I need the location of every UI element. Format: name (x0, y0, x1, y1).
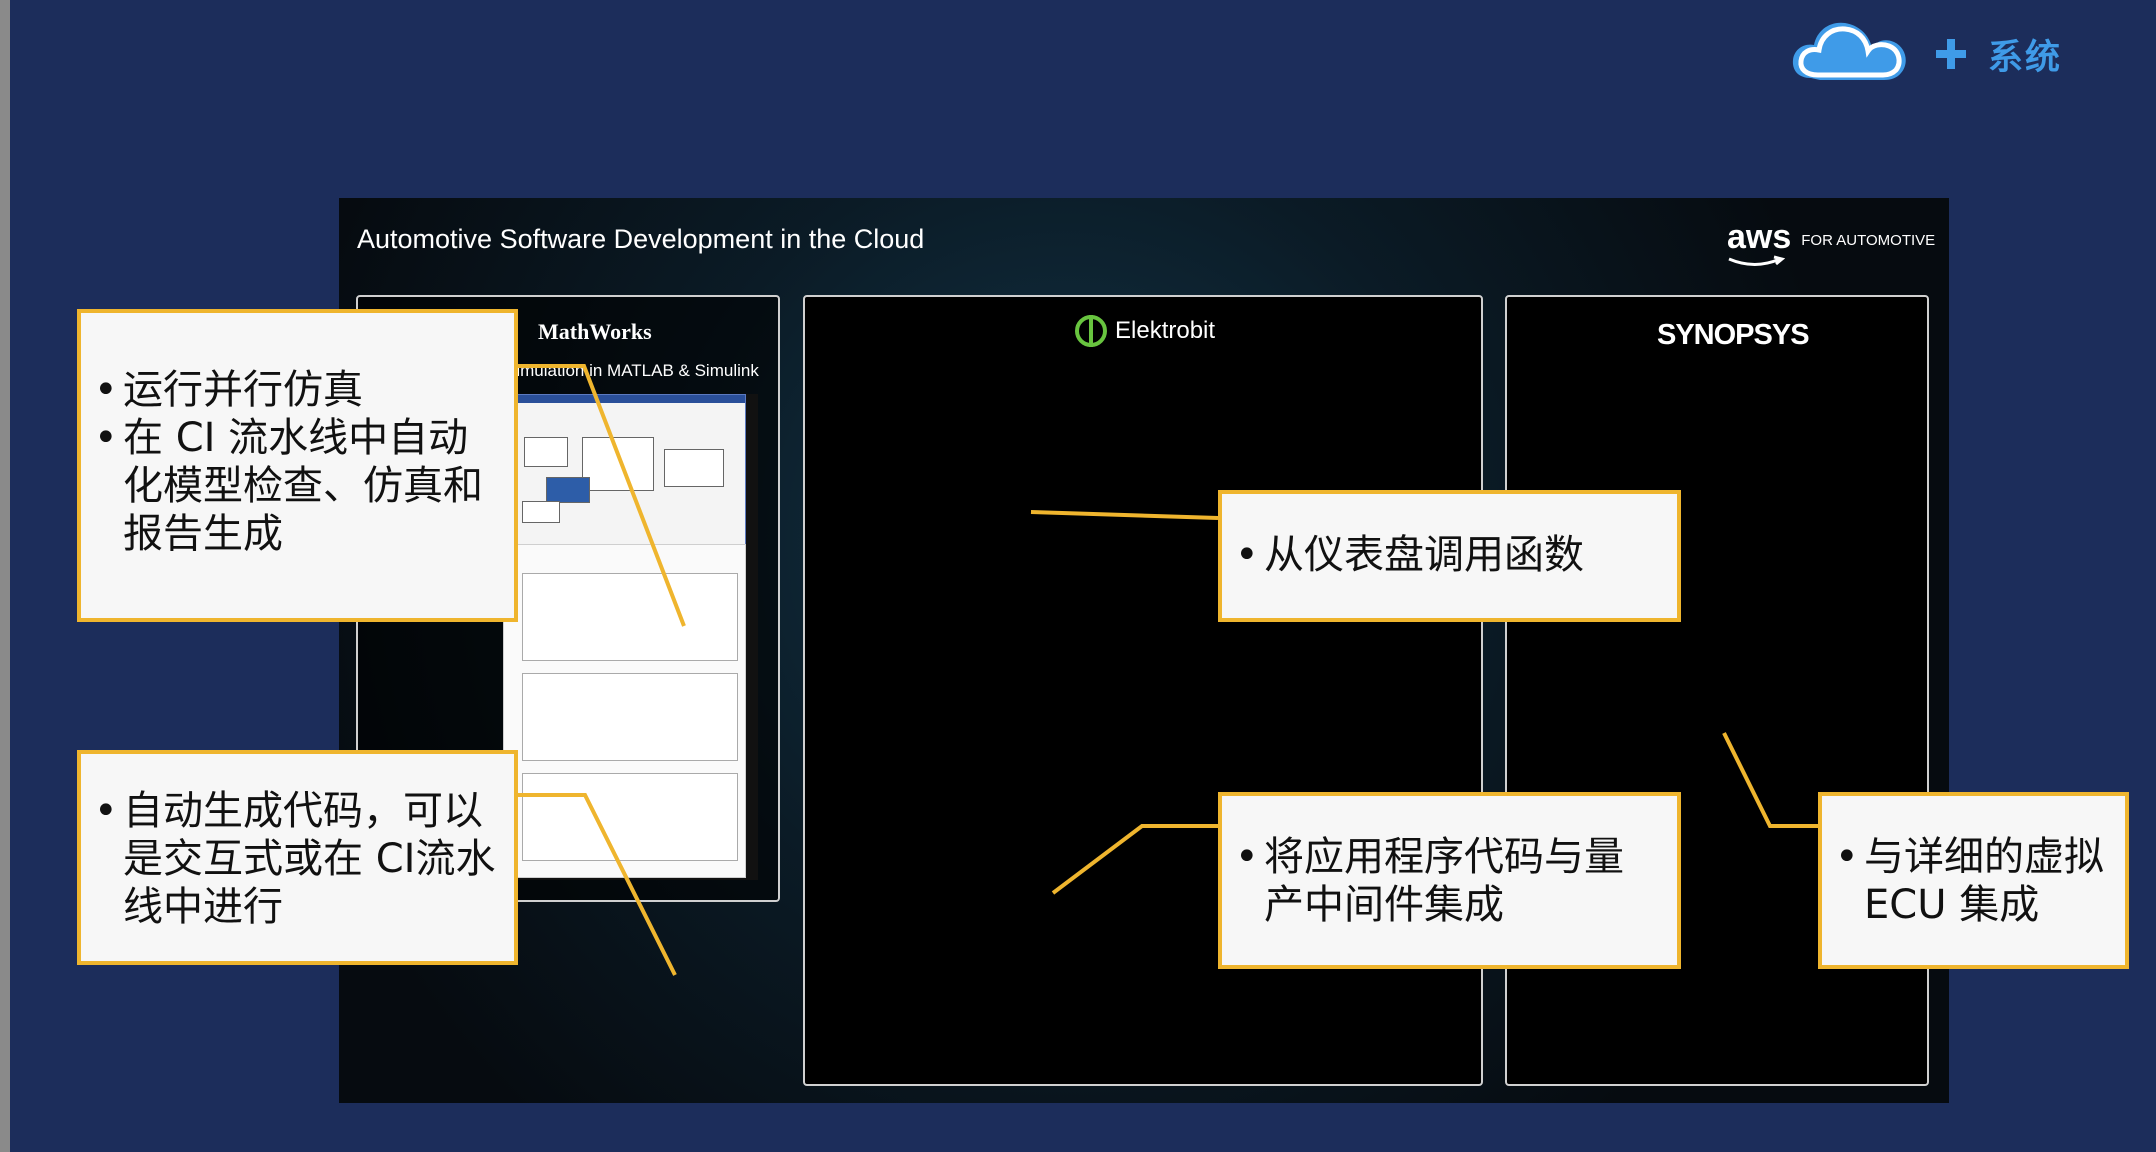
callout-mathworks-simulation: 运行并行仿真 在 CI 流水线中自动化模型检查、仿真和报告生成 (77, 309, 518, 622)
plot-area (522, 673, 738, 761)
callout-bullet: 与详细的虚拟 ECU 集成 (1835, 833, 2115, 929)
model-block (582, 437, 654, 491)
elektrobit-logo: Elektrobit (1075, 315, 1215, 347)
cloud-icon (1792, 22, 1906, 80)
aws-logo: aws FOR AUTOMOTIVE (1727, 218, 1936, 266)
window-edge (0, 0, 10, 1152)
simulink-model-window (503, 394, 746, 546)
elektrobit-mark-icon (1075, 315, 1107, 347)
callout-middleware-integration: 将应用程序代码与量产中间件集成 (1218, 792, 1681, 969)
callout-virtual-ecu: 与详细的虚拟 ECU 集成 (1818, 792, 2129, 969)
slide-image: Automotive Software Development in the C… (339, 198, 1949, 1103)
callout-bullet: 将应用程序代码与量产中间件集成 (1235, 833, 1663, 929)
slide-title: Automotive Software Development in the C… (357, 224, 925, 254)
elektrobit-logo-text: Elektrobit (1115, 317, 1216, 344)
brand-text: 系统 (1988, 37, 2063, 78)
aws-subtitle: FOR AUTOMOTIVE (1801, 232, 1936, 249)
plus-icon (1936, 39, 1966, 69)
model-block (664, 449, 724, 487)
aws-text: aws (1727, 218, 1792, 256)
plot-area (522, 773, 738, 861)
simulink-screenshot (503, 394, 758, 880)
simulink-ribbon (504, 395, 745, 403)
callout-bullet: 运行并行仿真 (94, 366, 500, 414)
model-block (522, 501, 560, 523)
callout-bullet: 从仪表盘调用函数 (1235, 531, 1663, 579)
simulink-plot-window (503, 544, 746, 878)
model-block (524, 437, 568, 467)
plot-area (522, 573, 738, 661)
callout-code-generation: 自动生成代码，可以是交互式或在 CI流水线中进行 (77, 750, 518, 965)
callout-dashboard-functions: 从仪表盘调用函数 (1218, 490, 1681, 622)
aws-smile-icon (1728, 255, 1785, 266)
header-logo: 系统 (1790, 14, 2130, 94)
mathworks-subtitle: Simulation in MATLAB & Simulink (505, 361, 759, 380)
callout-bullet: 在 CI 流水线中自动化模型检查、仿真和报告生成 (94, 414, 500, 558)
callout-bullet: 自动生成代码，可以是交互式或在 CI流水线中进行 (94, 787, 500, 931)
synopsys-logo: SYNOPSYS (1657, 319, 1810, 351)
mathworks-logo: MathWorks (538, 319, 652, 344)
model-block (546, 477, 590, 503)
